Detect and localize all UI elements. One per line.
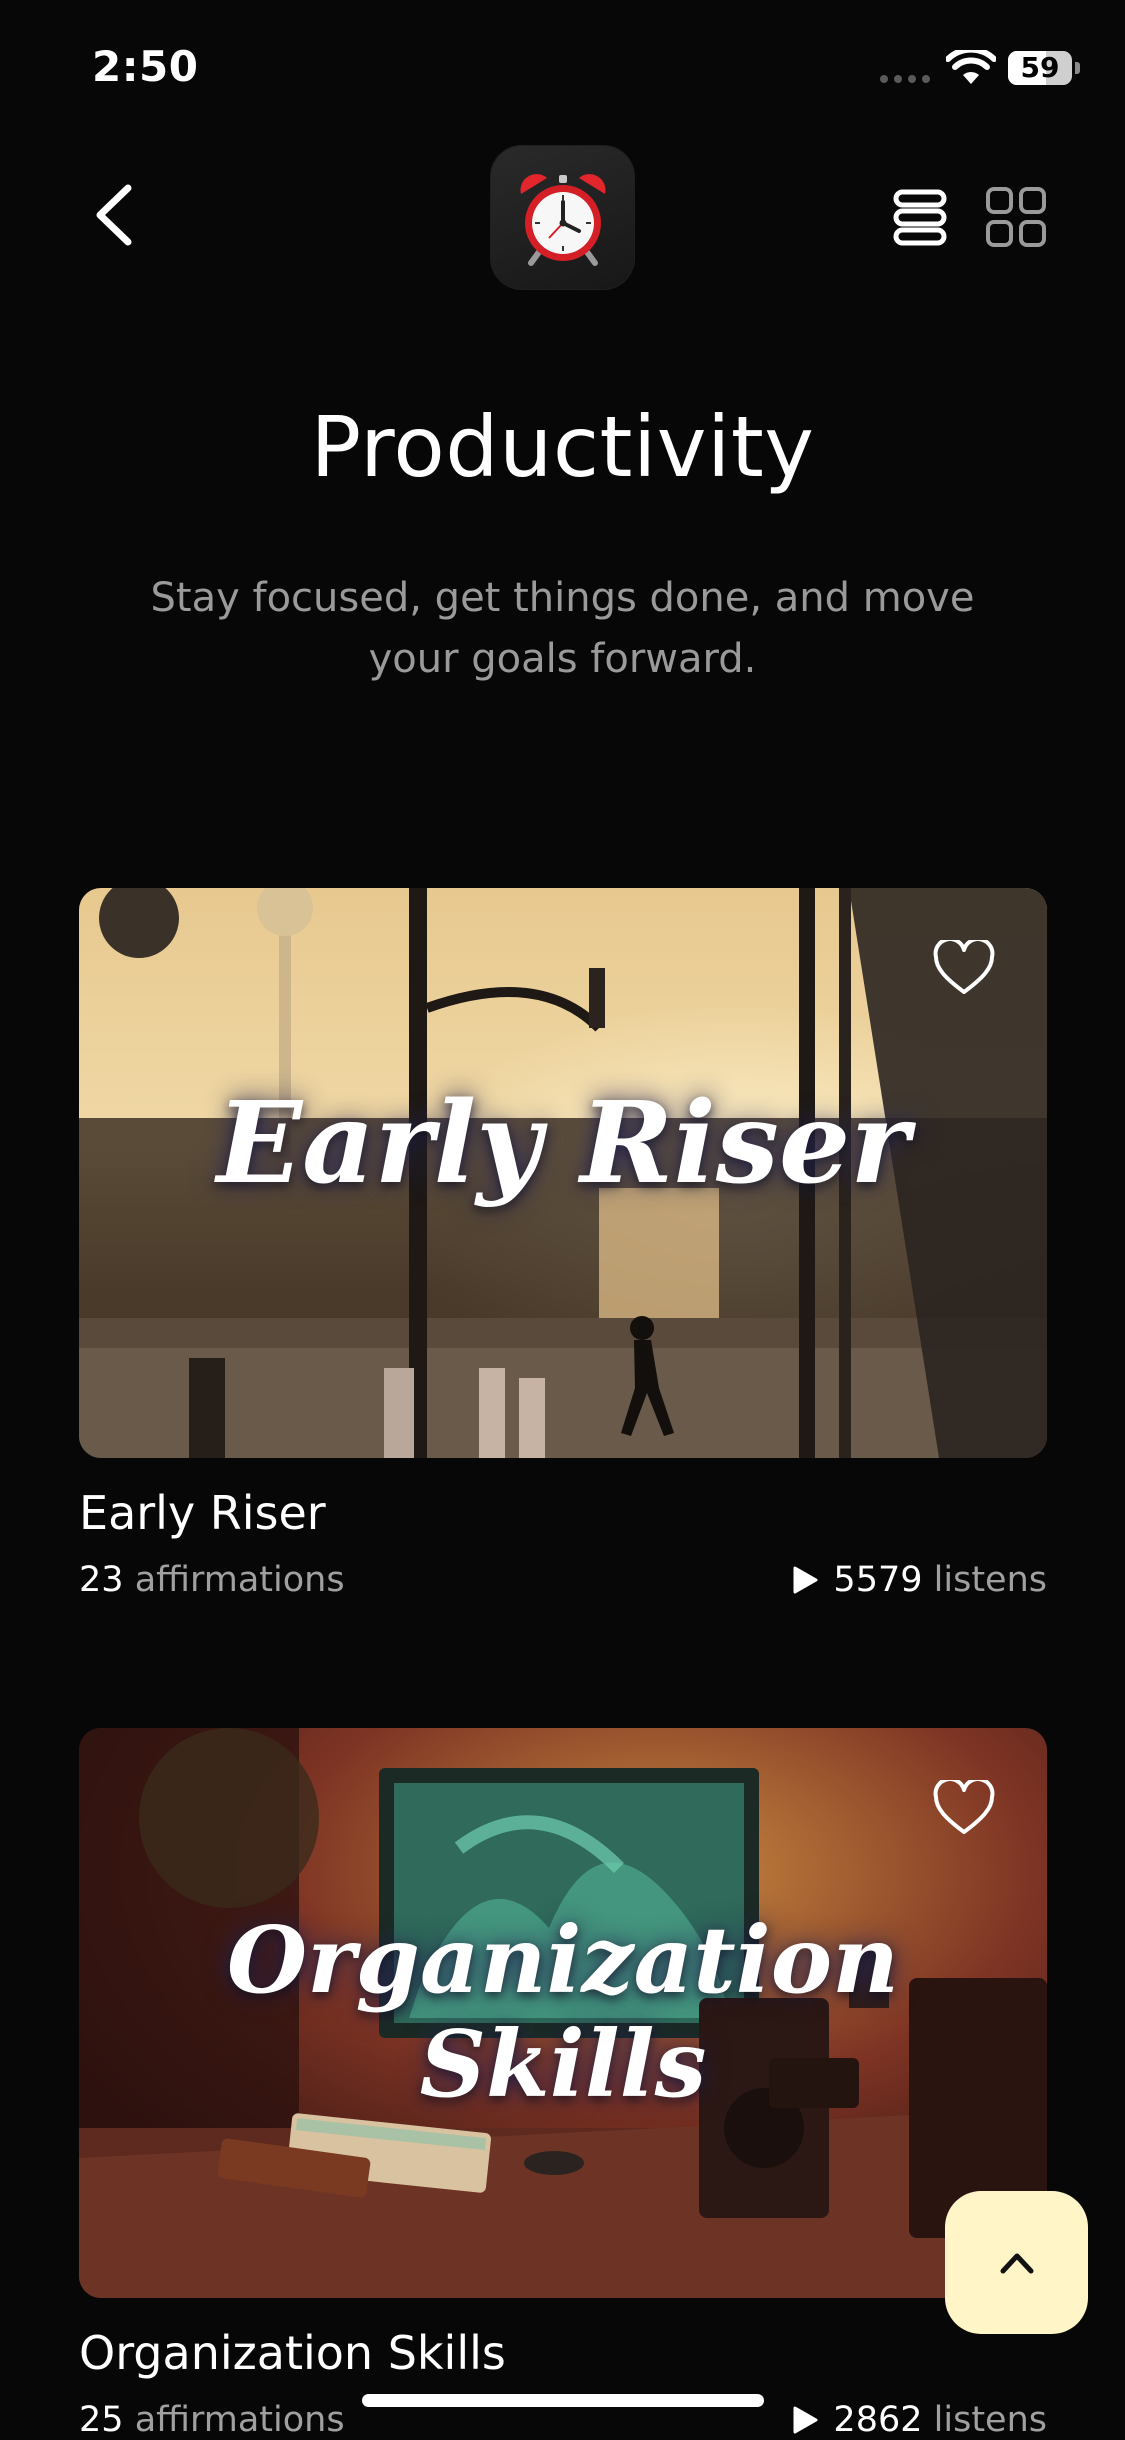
- page-subtitle: Stay focused, get things done, and move …: [150, 575, 975, 682]
- favorite-button[interactable]: [933, 940, 995, 996]
- battery-cap: [1075, 62, 1080, 74]
- card-title[interactable]: Organization Skills: [79, 2326, 506, 2380]
- listens-label: listens: [933, 1560, 1047, 1600]
- affirmations-count: 23 affirmations: [79, 1560, 345, 1600]
- home-indicator[interactable]: [362, 2394, 764, 2407]
- overlay-title-line2: Skills: [419, 2010, 707, 2118]
- page-title: Productivity: [310, 398, 815, 496]
- affirmations-label: affirmations: [134, 2400, 345, 2440]
- grid-view-icon: [986, 187, 1046, 247]
- battery-percent: 59: [1020, 51, 1060, 84]
- alarm-clock-icon: [520, 173, 605, 266]
- listens-label: listens: [933, 2400, 1047, 2440]
- listens-count: 2862 listens: [791, 2400, 1047, 2440]
- scroll-to-top-button[interactable]: [945, 2191, 1088, 2334]
- cellular-signal-icon: [880, 75, 930, 83]
- chevron-left-icon: [96, 184, 132, 246]
- card-cover-image[interactable]: Early Riser: [79, 888, 1047, 1458]
- status-time: 2:50: [92, 42, 199, 91]
- heart-icon: [933, 940, 995, 994]
- listens-number: 5579: [833, 1560, 923, 1600]
- battery-indicator: 59: [1008, 51, 1072, 85]
- play-icon: [793, 1566, 818, 1594]
- card-cover-image[interactable]: Organization Skills: [79, 1728, 1047, 2298]
- affirmations-label: affirmations: [134, 1560, 345, 1600]
- overlay-title-line1: Organization: [227, 1906, 899, 2014]
- list-view-button[interactable]: [890, 188, 950, 248]
- favorite-button[interactable]: [933, 1780, 995, 1836]
- listens-number: 2862: [833, 2400, 923, 2440]
- card-overlay-title: Organization Skills: [79, 1908, 1047, 2116]
- grid-view-button[interactable]: [985, 186, 1047, 248]
- wifi-icon: [946, 50, 996, 84]
- listens-count: 5579 listens: [791, 1560, 1047, 1600]
- affirmations-number: 23: [79, 1560, 124, 1600]
- card-overlay-title: Early Riser: [216, 1078, 910, 1209]
- list-view-icon: [893, 189, 947, 246]
- playlist-card-early-riser[interactable]: Early Riser Early Riser 23 affirmations …: [79, 888, 1047, 1600]
- play-icon: [793, 2406, 818, 2434]
- playlist-card-organization-skills[interactable]: Organization Skills Organization Skills …: [79, 1728, 1047, 2440]
- affirmations-count: 25 affirmations: [79, 2400, 345, 2440]
- chevron-up-icon: [1000, 2253, 1033, 2273]
- heart-icon: [933, 1780, 995, 1834]
- affirmations-number: 25: [79, 2400, 124, 2440]
- card-title[interactable]: Early Riser: [79, 1486, 326, 1540]
- app-icon: [490, 145, 635, 290]
- back-button[interactable]: [88, 180, 144, 250]
